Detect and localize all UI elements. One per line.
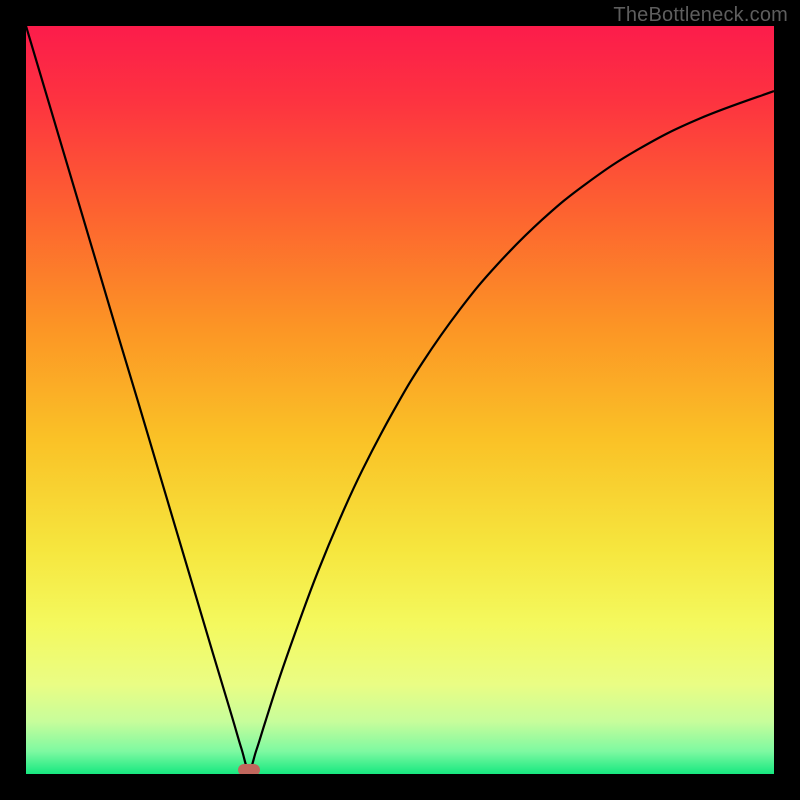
watermark-text: TheBottleneck.com (613, 4, 788, 27)
chart-frame: TheBottleneck.com (0, 0, 800, 800)
plot-area (26, 26, 774, 774)
bottleneck-curve (26, 26, 774, 770)
curve-layer (26, 26, 774, 774)
optimal-marker (238, 764, 260, 775)
